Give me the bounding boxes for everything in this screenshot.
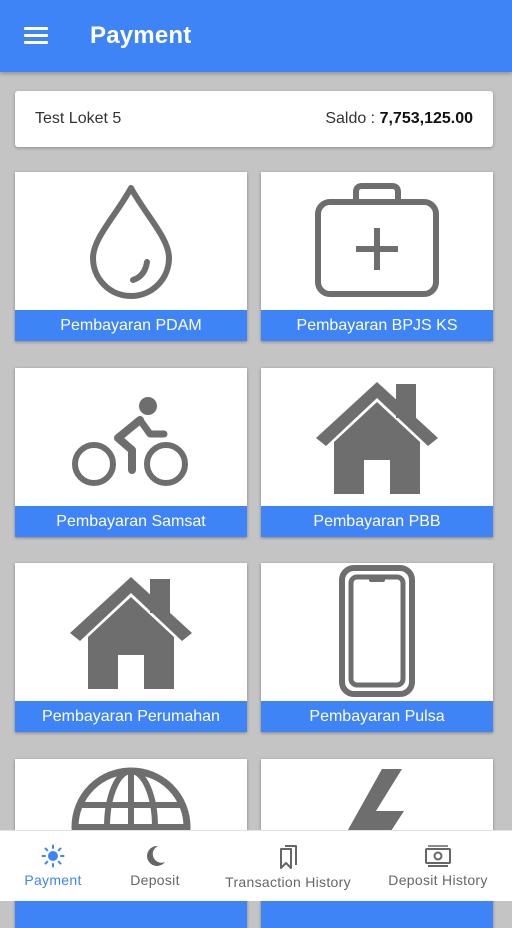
house-icon — [316, 382, 438, 494]
page-title: Payment — [90, 22, 192, 49]
smartphone-icon — [339, 565, 415, 697]
app-bar: Payment — [0, 0, 512, 72]
balance-label: Saldo : — [325, 110, 380, 127]
tile-label: Pembayaran Pulsa — [261, 701, 493, 732]
tile-pembayaran-pulsa[interactable]: Pembayaran Pulsa — [261, 563, 493, 732]
account-name: Test Loket 5 — [35, 110, 122, 127]
nav-payment[interactable]: Payment — [14, 831, 92, 901]
tile-pembayaran-perumahan[interactable]: Pembayaran Perumahan — [15, 563, 247, 732]
bookmarks-icon — [280, 845, 297, 869]
water-drop-icon — [90, 185, 172, 299]
money-icon — [425, 845, 451, 867]
nav-label: Deposit — [130, 872, 180, 888]
nav-label: Payment — [24, 872, 82, 888]
sun-icon — [41, 844, 65, 868]
balance-value: 7,753,125.00 — [379, 110, 473, 127]
tile-pembayaran-pdam[interactable]: Pembayaran PDAM — [15, 172, 247, 341]
nav-deposit-history[interactable]: Deposit History — [380, 831, 496, 901]
balance-text: Saldo : 7,753,125.00 — [325, 110, 473, 128]
tile-pembayaran-pbb[interactable]: Pembayaran PBB — [261, 368, 493, 537]
tile-label: Pembayaran BPJS KS — [261, 310, 493, 341]
bicycle-rider-icon — [72, 397, 188, 486]
moon-icon — [147, 845, 165, 866]
tile-label: Pembayaran Perumahan — [15, 701, 247, 732]
nav-transaction-history[interactable]: Transaction History — [218, 831, 358, 901]
nav-label: Transaction History — [225, 874, 351, 890]
tile-label — [261, 897, 493, 928]
nav-deposit[interactable]: Deposit — [118, 831, 192, 901]
bottom-navigation: Payment Deposit Transaction History Depo… — [0, 830, 512, 901]
hamburger-menu-icon[interactable] — [24, 26, 48, 46]
tile-pembayaran-bpjs-ks[interactable]: Pembayaran BPJS KS — [261, 172, 493, 341]
tile-label: Pembayaran PDAM — [15, 310, 247, 341]
house-icon — [70, 577, 192, 689]
tile-pembayaran-samsat[interactable]: Pembayaran Samsat — [15, 368, 247, 537]
tile-label: Pembayaran PBB — [261, 506, 493, 537]
tile-label: Pembayaran Samsat — [15, 506, 247, 537]
account-info-card: Test Loket 5 Saldo : 7,753,125.00 — [15, 91, 493, 147]
tile-label — [15, 897, 247, 928]
nav-label: Deposit History — [388, 872, 488, 888]
medical-kit-icon — [315, 183, 439, 297]
